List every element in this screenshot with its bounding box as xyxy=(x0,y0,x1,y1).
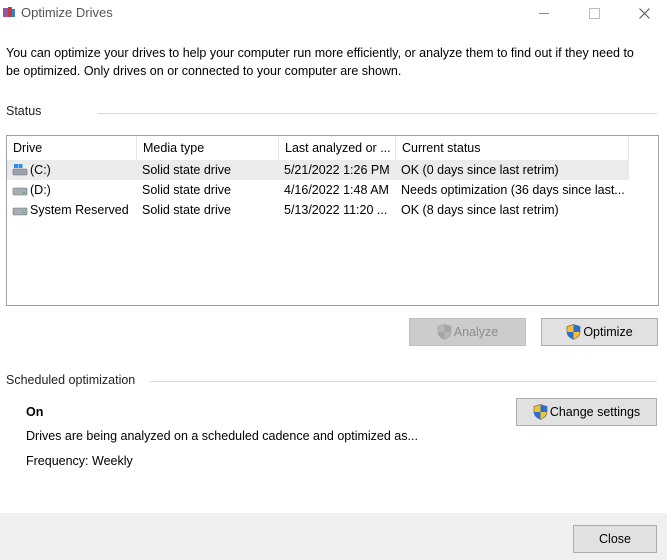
close-window-button[interactable] xyxy=(621,0,667,27)
uac-shield-icon xyxy=(533,404,548,420)
drive-row-system-reserved[interactable]: System Reserved Solid state drive 5/13/2… xyxy=(7,200,629,220)
maximize-button[interactable] xyxy=(571,0,617,27)
column-header-last-analyzed[interactable]: Last analyzed or ... xyxy=(279,136,396,160)
drive-name: System Reserved xyxy=(30,203,129,217)
scheduled-section-label: Scheduled optimization xyxy=(6,373,136,387)
dialog-footer xyxy=(0,513,667,560)
optimize-button[interactable]: Optimize xyxy=(541,318,658,346)
current-status: OK (8 days since last retrim) xyxy=(401,203,559,217)
close-button[interactable]: Close xyxy=(573,525,657,553)
drive-icon xyxy=(12,187,28,196)
scheduled-divider xyxy=(150,381,657,382)
column-header-media-type[interactable]: Media type xyxy=(137,136,279,160)
window-title: Optimize Drives xyxy=(21,5,113,20)
intro-description: You can optimize your drives to help you… xyxy=(6,46,634,78)
column-header-current-status[interactable]: Current status xyxy=(396,136,629,160)
media-type: Solid state drive xyxy=(142,163,231,177)
current-status: Needs optimization (36 days since last..… xyxy=(401,183,625,197)
title-bar: Optimize Drives xyxy=(0,0,667,27)
drive-name: (C:) xyxy=(30,163,51,177)
schedule-description: Drives are being analyzed on a scheduled… xyxy=(26,429,418,443)
minimize-icon xyxy=(539,13,549,14)
media-type: Solid state drive xyxy=(142,183,231,197)
system-drive-icon xyxy=(12,164,28,176)
maximize-icon xyxy=(588,8,600,19)
uac-shield-icon xyxy=(567,324,581,340)
optimize-drives-app-icon xyxy=(3,7,15,17)
change-settings-button[interactable]: Change settings xyxy=(516,398,657,426)
close-icon xyxy=(638,8,650,19)
last-analyzed: 5/13/2022 11:20 ... xyxy=(284,203,388,217)
minimize-button[interactable] xyxy=(521,0,567,27)
status-section-label: Status xyxy=(6,104,42,118)
change-settings-label: Change settings xyxy=(549,405,641,419)
current-status: OK (0 days since last retrim) xyxy=(401,163,559,177)
drive-icon xyxy=(12,207,28,216)
schedule-frequency: Frequency: Weekly xyxy=(26,454,133,468)
drive-row-d[interactable]: (D:) Solid state drive 4/16/2022 1:48 AM… xyxy=(7,180,629,200)
column-header-drive[interactable]: Drive xyxy=(7,136,137,160)
drive-row-c[interactable]: (C:) Solid state drive 5/21/2022 1:26 PM… xyxy=(7,160,629,180)
last-analyzed: 5/21/2022 1:26 PM xyxy=(284,163,390,177)
drive-name: (D:) xyxy=(30,183,51,197)
drive-list[interactable]: Drive Media type Last analyzed or ... Cu… xyxy=(6,135,659,306)
analyze-button[interactable]: Analyze xyxy=(409,318,526,346)
drive-list-header: Drive Media type Last analyzed or ... Cu… xyxy=(7,136,658,160)
status-divider xyxy=(98,113,657,114)
uac-shield-icon xyxy=(437,324,452,340)
analyze-label: Analyze xyxy=(453,325,499,339)
media-type: Solid state drive xyxy=(142,203,231,217)
optimize-label: Optimize xyxy=(583,325,633,339)
last-analyzed: 4/16/2022 1:48 AM xyxy=(284,183,389,197)
schedule-state: On xyxy=(26,405,44,419)
